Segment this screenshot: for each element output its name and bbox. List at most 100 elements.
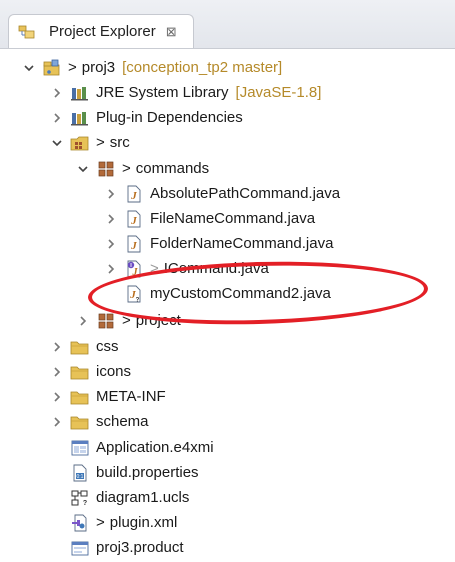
tree-item-jre-library[interactable]: JRE System Library [JavaSE-1.8] [50, 80, 321, 105]
chevron-right-icon[interactable] [50, 340, 64, 354]
tree-item-label: META-INF [96, 388, 166, 405]
view-tab-bar: Project Explorer ⊠ [0, 0, 455, 49]
java-interface-file-icon: I J [124, 260, 144, 278]
tree-item-project-package[interactable]: > project [76, 308, 181, 333]
git-project-icon [42, 59, 62, 77]
close-tab-icon[interactable]: ⊠ [166, 24, 177, 40]
tree-item-java-file[interactable]: J FolderNameCommand.java [104, 231, 333, 256]
svg-text:0:1: 0:1 [77, 474, 84, 480]
dirty-marker: > [122, 160, 131, 177]
tree-item-label: ICommand.java [163, 260, 269, 277]
tree-item-label: diagram1.ucls [96, 489, 190, 506]
svg-text:J: J [130, 190, 137, 202]
tree-item-label: proj3.product [96, 539, 184, 556]
svg-text:J: J [130, 240, 137, 252]
tab-title: Project Explorer [49, 23, 156, 40]
tree-item-label: plugin.xml [109, 514, 178, 531]
tree-item-label: FolderNameCommand.java [150, 235, 334, 252]
chevron-right-icon[interactable] [104, 212, 118, 226]
tree-item-folder-css[interactable]: css [50, 334, 119, 359]
tree-item-label: src [109, 134, 130, 151]
svg-text:J: J [130, 215, 137, 227]
tree-item-java-file[interactable]: J FileNameCommand.java [104, 206, 315, 231]
dirty-marker: > [96, 134, 105, 151]
chevron-right-icon[interactable] [104, 187, 118, 201]
tree-item-commands-package[interactable]: > commands [76, 156, 209, 181]
package-icon [96, 160, 116, 178]
folder-icon [70, 388, 90, 406]
package-icon [96, 312, 116, 330]
source-folder-icon [70, 134, 90, 152]
svg-text:J: J [132, 267, 139, 278]
e4xmi-model-icon [70, 439, 90, 457]
folder-icon [70, 363, 90, 381]
tree-item-src[interactable]: > src [50, 130, 130, 155]
svg-text:?: ? [83, 500, 87, 507]
tree-item-folder-icons[interactable]: icons [50, 359, 131, 384]
tree-item-label: Application.e4xmi [96, 439, 214, 456]
folder-icon [70, 338, 90, 356]
tree-item-label: schema [96, 413, 149, 430]
tree-item-java-file[interactable]: J AbsolutePathCommand.java [104, 181, 340, 206]
chevron-down-icon[interactable] [76, 162, 90, 176]
chevron-right-icon[interactable] [50, 390, 64, 404]
tree-item-label: build.properties [96, 464, 199, 481]
tree-item-label: JRE System Library [96, 84, 229, 101]
tree-item-folder-meta-inf[interactable]: META-INF [50, 384, 166, 409]
chevron-right-icon[interactable] [104, 262, 118, 276]
project-explorer-tab[interactable]: Project Explorer ⊠ [8, 14, 194, 48]
jre-version-decoration: [JavaSE-1.8] [235, 84, 322, 101]
tree-item-proj3[interactable]: > proj3 [conception_tp2 master] [22, 55, 282, 80]
dirty-marker: > [68, 59, 77, 76]
project-explorer-icon [17, 23, 37, 41]
tree-item-file[interactable]: Application.e4xmi [50, 435, 214, 460]
tree-item-label: project [135, 312, 181, 329]
chevron-down-icon[interactable] [50, 136, 64, 150]
tree-item-label: FileNameCommand.java [150, 210, 316, 227]
tree-item-label: css [96, 338, 119, 355]
java-file-icon: J [124, 235, 144, 253]
chevron-right-icon[interactable] [104, 237, 118, 251]
chevron-down-icon[interactable] [22, 61, 36, 75]
tree-item-plugin-dependencies[interactable]: Plug-in Dependencies [50, 105, 243, 130]
dirty-marker: > [150, 260, 159, 277]
tree-item-file[interactable]: proj3.product [50, 535, 184, 560]
dirty-marker: > [122, 312, 131, 329]
java-file-icon: J [124, 185, 144, 203]
product-config-icon [70, 539, 90, 557]
folder-icon [70, 413, 90, 431]
tree-item-interface-file[interactable]: I J > ICommand.java [104, 256, 269, 281]
library-icon [70, 84, 90, 102]
uml-diagram-icon: ? [70, 489, 90, 507]
java-untracked-file-icon: J ? [124, 285, 144, 303]
tree-item-label: commands [135, 160, 210, 177]
java-file-icon: J [124, 210, 144, 228]
chevron-right-icon[interactable] [50, 365, 64, 379]
svg-text:?: ? [136, 297, 140, 303]
properties-file-icon: 0:1 [70, 464, 90, 482]
plugin-manifest-icon [70, 514, 90, 532]
tree-item-label: Plug-in Dependencies [96, 109, 243, 126]
library-icon [70, 109, 90, 127]
tree-item-label: AbsolutePathCommand.java [150, 185, 341, 202]
tree-item-label: icons [96, 363, 132, 380]
chevron-right-icon[interactable] [50, 415, 64, 429]
tree-item-file[interactable]: 0:1 build.properties [50, 460, 199, 485]
chevron-right-icon[interactable] [76, 314, 90, 328]
tree-item-file[interactable]: > plugin.xml [50, 510, 177, 535]
dirty-marker: > [96, 514, 105, 531]
chevron-right-icon[interactable] [50, 86, 64, 100]
tree-item-folder-schema[interactable]: schema [50, 409, 149, 434]
tree-item-label: myCustomCommand2.java [150, 285, 331, 302]
chevron-right-icon[interactable] [50, 111, 64, 125]
tree-item-java-file-untracked[interactable]: J ? myCustomCommand2.java [104, 281, 331, 306]
branch-decoration: [conception_tp2 master] [122, 59, 283, 76]
tree-item-label: proj3 [81, 59, 116, 76]
tree-item-file[interactable]: ? diagram1.ucls [50, 485, 189, 510]
